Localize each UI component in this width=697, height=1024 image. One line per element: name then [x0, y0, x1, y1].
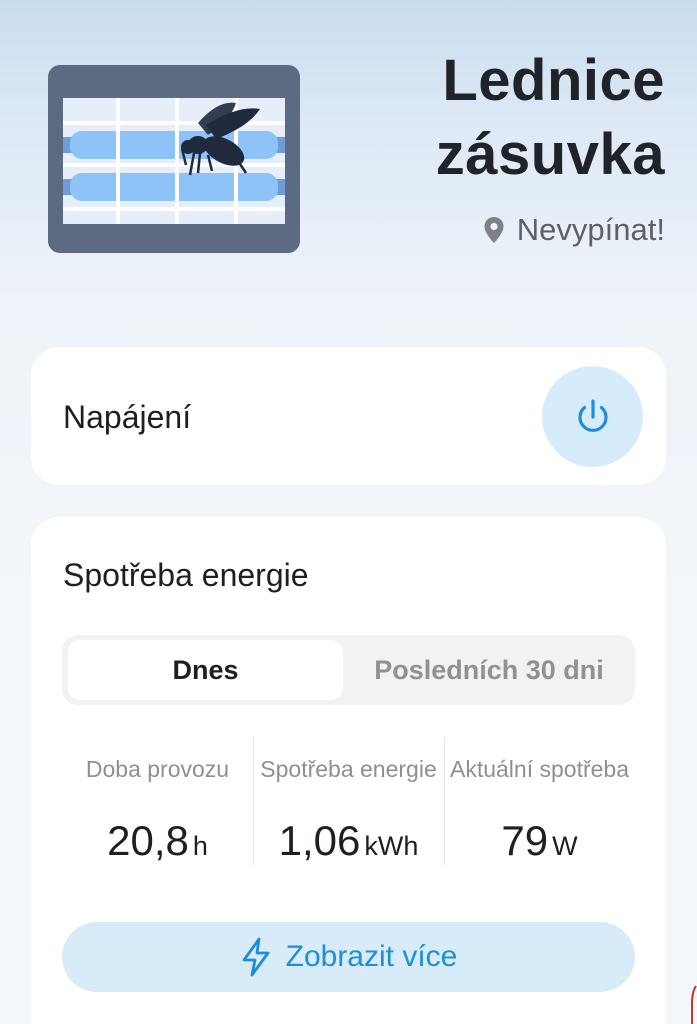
- stat-unit: kWh: [364, 831, 419, 861]
- stat-number: 79: [501, 817, 549, 864]
- edge-scroll-mark: [691, 985, 697, 1024]
- location-label: Nevypínat!: [516, 212, 665, 247]
- stat-value: 20,8 h: [62, 817, 253, 865]
- show-more-button[interactable]: Zobrazit více: [62, 922, 635, 992]
- stat-label: Aktuální spotřeba: [449, 756, 629, 782]
- stat-runtime: Doba provozu 20,8 h: [62, 737, 253, 867]
- stat-value: 1,06 kWh: [253, 817, 444, 865]
- tab-today[interactable]: Dnes: [68, 640, 343, 700]
- show-more-label: Zobrazit více: [285, 940, 458, 973]
- energy-stats: Doba provozu 20,8 h Spotřeba energie 1,06…: [62, 737, 635, 867]
- period-tabs: Dnes Posledních 30 dni: [62, 635, 635, 705]
- device-title-line1: Lednice: [442, 48, 665, 113]
- mosquito-trap-icon: [48, 65, 300, 253]
- power-label: Napájení: [63, 399, 192, 435]
- stat-number: 20,8: [107, 817, 189, 864]
- location-pin-icon: [484, 217, 504, 243]
- power-card: Napájení: [31, 347, 666, 485]
- stat-current-power: Aktuální spotřeba 79 W: [444, 737, 635, 867]
- stat-label: Spotřeba energie: [260, 756, 437, 782]
- stat-unit: W: [552, 831, 578, 861]
- tab-last-30-days[interactable]: Posledních 30 dni: [343, 640, 635, 700]
- device-title-line2: zásuvka: [435, 122, 665, 187]
- power-button[interactable]: [542, 366, 643, 467]
- device-image: [48, 65, 300, 253]
- stat-value: 79 W: [444, 817, 635, 865]
- stat-number: 1,06: [278, 817, 361, 864]
- stat-label: Doba provozu: [85, 756, 230, 782]
- energy-title: Spotřeba energie: [63, 557, 309, 593]
- power-icon: [577, 398, 608, 432]
- stat-consumption: Spotřeba energie 1,06 kWh: [253, 737, 444, 867]
- energy-card: Spotřeba energie Dnes Posledních 30 dni …: [31, 517, 666, 1024]
- stat-unit: h: [192, 831, 208, 861]
- lightning-icon: [242, 937, 270, 977]
- device-title: Lednice zásuvka: [345, 44, 665, 192]
- device-location[interactable]: Nevypínat!: [483, 212, 665, 248]
